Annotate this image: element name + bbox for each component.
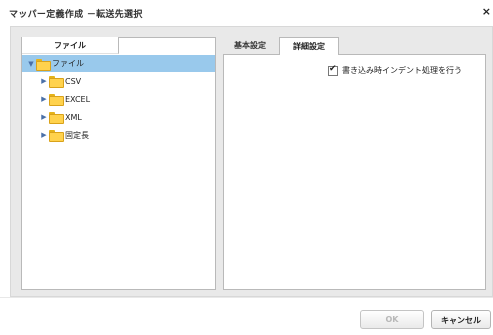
file-tree-panel: ファイル ▼ ファイル ▶ CSV ▶ EXCEL ▶ XML ▶ 固定長 [21,37,216,290]
collapsed-arrow-icon[interactable]: ▶ [40,77,48,85]
tree-node-csv[interactable]: ▶ CSV [22,72,215,90]
collapsed-arrow-icon[interactable]: ▶ [40,113,48,121]
tree-node-label: CSV [65,76,82,86]
mapper-dialog: マッパー定義作成 －転送先選択 × ファイル ▼ ファイル ▶ CSV ▶ EX… [0,0,493,335]
collapsed-arrow-icon[interactable]: ▶ [40,95,48,103]
tab-basic-settings[interactable]: 基本設定 [223,37,277,54]
settings-panel: 基本設定 詳細設定 書き込み時インデント処理を行う [223,37,486,290]
collapsed-arrow-icon[interactable]: ▶ [40,131,48,139]
tree-node-xml[interactable]: ▶ XML [22,108,215,126]
indent-checkbox-label[interactable]: 書き込み時インデント処理を行う [342,65,462,76]
expanded-arrow-icon[interactable]: ▼ [27,60,35,68]
tree-node-root[interactable]: ▼ ファイル [22,55,215,72]
ok-button[interactable]: OK [360,310,424,329]
dialog-title: マッパー定義作成 －転送先選択 [9,10,143,20]
folder-icon [49,76,64,88]
footer-divider [0,297,493,298]
indent-option-row: 書き込み時インデント処理を行う [328,64,462,76]
file-tree: ▼ ファイル ▶ CSV ▶ EXCEL ▶ XML ▶ 固定長 [22,55,215,144]
settings-tab-strip: 基本設定 詳細設定 [223,37,486,55]
dialog-titlebar: マッパー定義作成 －転送先選択 × [0,0,493,24]
tree-node-label: 固定長 [65,130,89,140]
detail-settings-content: 書き込み時インデント処理を行う [223,54,486,290]
folder-icon [49,94,64,106]
tab-detail-settings[interactable]: 詳細設定 [279,37,339,55]
tree-node-fixed-length[interactable]: ▶ 固定長 [22,126,215,144]
tab-file-tree[interactable]: ファイル [22,37,119,54]
close-icon[interactable]: × [482,5,491,18]
tree-node-excel[interactable]: ▶ EXCEL [22,90,215,108]
tree-node-label: EXCEL [65,94,91,104]
cancel-button[interactable]: キャンセル [431,310,491,329]
tree-node-label: ファイル [52,59,84,68]
folder-icon [49,112,64,124]
dialog-body: ファイル ▼ ファイル ▶ CSV ▶ EXCEL ▶ XML ▶ 固定長 基本… [10,26,493,297]
open-folder-icon [36,58,51,71]
folder-icon [49,130,64,142]
indent-checkbox[interactable] [328,64,338,76]
tree-node-label: XML [65,112,82,122]
